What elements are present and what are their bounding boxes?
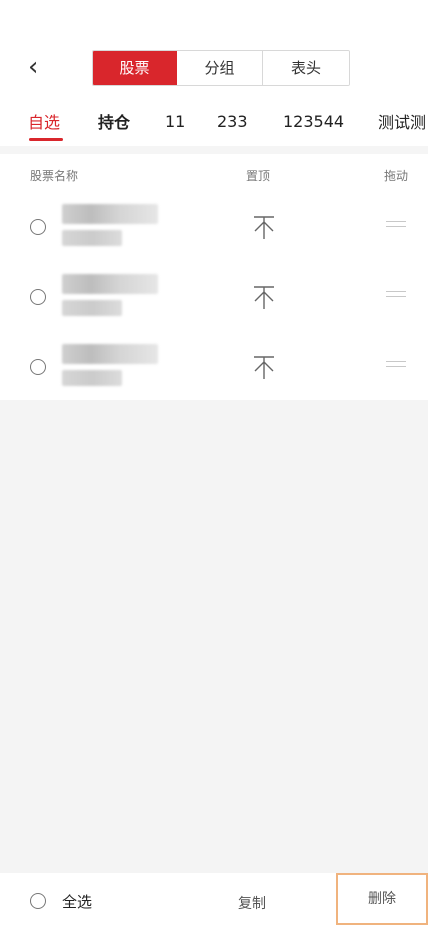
drag-handle-icon[interactable]	[386, 361, 406, 371]
back-icon[interactable]: ‹	[28, 52, 48, 82]
copy-button[interactable]: 复制	[238, 893, 266, 913]
stock-name-blurred	[62, 344, 158, 364]
tab-holdings[interactable]: 持仓	[98, 109, 130, 133]
stock-name-blurred	[62, 204, 158, 224]
header-stock-name: 股票名称	[30, 169, 79, 183]
stock-code-blurred	[62, 370, 122, 386]
tab-test[interactable]: 测试测	[378, 109, 426, 133]
pin-top-icon[interactable]	[252, 214, 276, 240]
pin-top-icon[interactable]	[252, 354, 276, 380]
select-all-radio[interactable]	[30, 893, 46, 909]
pin-top-icon[interactable]	[252, 284, 276, 310]
table-header: 股票名称 置顶 拖动	[0, 154, 428, 196]
active-tab-indicator	[29, 138, 63, 141]
header-pin: 置顶	[246, 169, 271, 183]
tab-watchlist[interactable]: 自选	[28, 109, 60, 133]
divider	[0, 146, 428, 154]
segmented-control: 股票 分组 表头	[92, 50, 350, 86]
empty-list-area	[0, 400, 428, 873]
segment-headers[interactable]: 表头	[263, 51, 349, 85]
header-drag: 拖动	[384, 169, 409, 183]
row-select-radio[interactable]	[30, 289, 46, 305]
bottom-action-bar: 全选 复制 删除	[0, 873, 428, 931]
table-row	[0, 336, 428, 407]
segment-groups[interactable]: 分组	[177, 51, 263, 85]
segment-stocks[interactable]: 股票	[93, 51, 177, 85]
select-all-label[interactable]: 全选	[62, 891, 92, 912]
delete-button[interactable]: 删除	[336, 873, 428, 925]
tab-233[interactable]: 233	[217, 112, 248, 131]
row-select-radio[interactable]	[30, 219, 46, 235]
table-row	[0, 266, 428, 337]
table-row	[0, 196, 428, 267]
row-select-radio[interactable]	[30, 359, 46, 375]
stock-name-blurred	[62, 274, 158, 294]
drag-handle-icon[interactable]	[386, 221, 406, 231]
group-tabs: 自选 持仓 11 233 123544 测试测	[0, 104, 428, 138]
tab-123544[interactable]: 123544	[283, 112, 344, 131]
stock-code-blurred	[62, 300, 122, 316]
tab-11[interactable]: 11	[165, 112, 185, 131]
drag-handle-icon[interactable]	[386, 291, 406, 301]
stock-code-blurred	[62, 230, 122, 246]
